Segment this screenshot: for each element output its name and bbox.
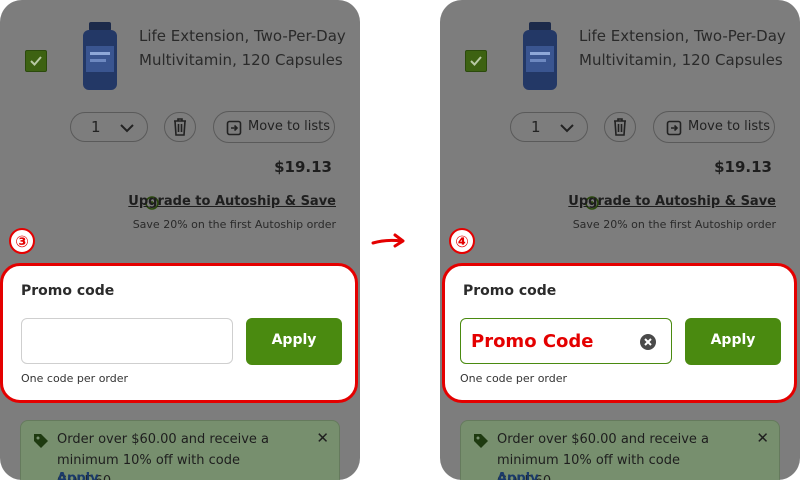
promo-code-label: Promo code <box>21 283 115 299</box>
promo-hint: One code per order <box>460 372 568 385</box>
close-icon[interactable]: ✕ <box>756 429 769 447</box>
check-icon <box>30 56 42 66</box>
upgrade-autoship-link[interactable]: Upgrade to Autoship & Save <box>568 194 776 209</box>
delete-button[interactable] <box>164 112 196 142</box>
quantity-select[interactable]: 1 <box>510 112 588 142</box>
item-price: $19.13 <box>714 158 772 176</box>
promo-code-section-after: Promo code Promo Code Apply One code per… <box>442 263 797 403</box>
offer-apply-link[interactable]: Apply <box>497 471 539 480</box>
apply-button[interactable]: Apply <box>685 318 781 365</box>
tag-icon <box>34 434 48 448</box>
quantity-select[interactable]: 1 <box>70 112 148 142</box>
product-title[interactable]: Life Extension, Two-Per-Day Multivitamin… <box>579 24 789 72</box>
delete-button[interactable] <box>604 112 636 142</box>
offer-banner: Order over $60.00 and receive a minimum … <box>20 420 340 480</box>
promo-code-section-before: Promo code Apply One code per order <box>0 263 358 403</box>
step-badge-3: ③ <box>9 228 35 254</box>
product-image <box>83 22 117 90</box>
promo-code-input[interactable] <box>21 318 233 364</box>
item-checkbox[interactable] <box>465 50 487 72</box>
autoship-savings-note: Save 20% on the first Autoship order <box>572 218 776 231</box>
offer-apply-link[interactable]: Apply <box>57 471 99 480</box>
item-checkbox[interactable] <box>25 50 47 72</box>
offer-banner: Order over $60.00 and receive a minimum … <box>460 420 780 480</box>
autoship-savings-note: Save 20% on the first Autoship order <box>132 218 336 231</box>
cart-panel-after: Life Extension, Two-Per-Day Multivitamin… <box>440 0 800 480</box>
arrow-right-icon <box>371 233 405 248</box>
move-to-lists-button[interactable]: Move to lists <box>653 111 775 143</box>
quantity-value: 1 <box>531 118 541 136</box>
promo-code-label: Promo code <box>463 283 557 299</box>
move-to-list-icon <box>666 120 682 136</box>
clear-icon[interactable] <box>639 333 657 351</box>
move-to-list-icon <box>226 120 242 136</box>
chevron-down-icon <box>560 124 574 133</box>
trash-icon <box>174 118 186 136</box>
quantity-value: 1 <box>91 118 101 136</box>
promo-code-value: Promo Code <box>471 331 594 352</box>
trash-icon <box>614 118 626 136</box>
upgrade-autoship-link[interactable]: Upgrade to Autoship & Save <box>128 194 336 209</box>
product-image <box>523 22 557 90</box>
chevron-down-icon <box>120 124 134 133</box>
cart-panel-before: Life Extension, Two-Per-Day Multivitamin… <box>0 0 360 480</box>
move-to-lists-label: Move to lists <box>248 119 331 134</box>
close-icon[interactable]: ✕ <box>316 429 329 447</box>
move-to-lists-button[interactable]: Move to lists <box>213 111 335 143</box>
apply-button[interactable]: Apply <box>246 318 342 365</box>
apply-label: Apply <box>271 332 317 348</box>
product-title[interactable]: Life Extension, Two-Per-Day Multivitamin… <box>139 24 349 72</box>
item-price: $19.13 <box>274 158 332 176</box>
apply-label: Apply <box>710 332 756 348</box>
check-icon <box>470 56 482 66</box>
move-to-lists-label: Move to lists <box>688 119 771 134</box>
promo-code-input[interactable]: Promo Code <box>460 318 672 364</box>
tag-icon <box>474 434 488 448</box>
step-badge-4: ④ <box>449 228 475 254</box>
promo-hint: One code per order <box>21 372 129 385</box>
